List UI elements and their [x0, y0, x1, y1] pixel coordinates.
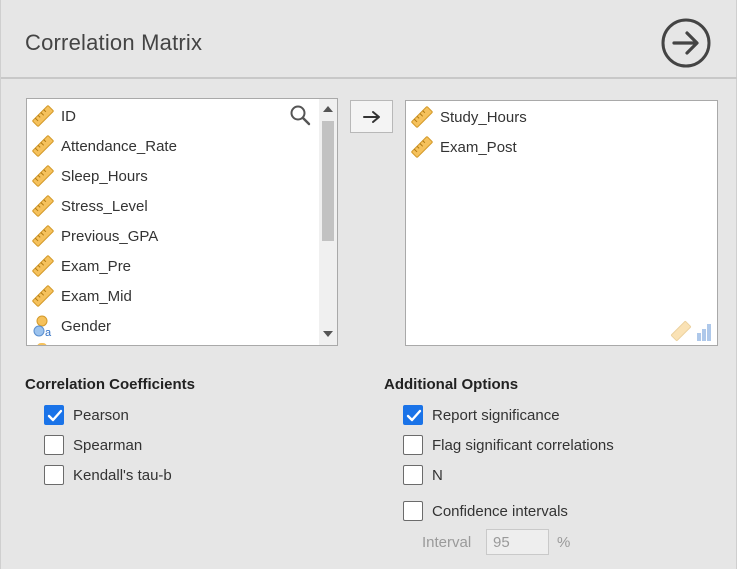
list-item[interactable]: Study_Hours — [406, 102, 527, 132]
kendall-checkbox[interactable]: Kendall's tau-b — [44, 465, 172, 485]
panel-title: Correlation Matrix — [25, 30, 203, 55]
analysis-panel: Correlation Matrix ID Attendance_Rate Sl… — [0, 0, 737, 569]
checkbox-unchecked-icon[interactable] — [44, 465, 64, 485]
n-label: N — [432, 466, 443, 484]
nominal-text-icon: a — [33, 315, 52, 338]
list-item[interactable]: Exam_Post — [406, 132, 517, 162]
partial-list-item-icon — [37, 343, 47, 345]
checkbox-unchecked-icon[interactable] — [44, 435, 64, 455]
arrow-right-circle-icon — [661, 18, 711, 68]
list-item-label: Previous_GPA — [61, 227, 159, 245]
list-item-label: Study_Hours — [440, 108, 527, 126]
flag-significant-label: Flag significant correlations — [432, 436, 614, 454]
list-item-label: Sleep_Hours — [61, 167, 148, 185]
scrollbar-thumb[interactable] — [322, 121, 334, 241]
continuous-ruler-icon — [32, 225, 54, 247]
list-item[interactable]: Sleep_Hours — [27, 161, 148, 191]
list-item-label: Exam_Mid — [61, 287, 132, 305]
list-item[interactable]: Attendance_Rate — [27, 131, 177, 161]
list-item[interactable]: a Gender — [27, 311, 111, 341]
checkbox-checked-icon[interactable] — [44, 405, 64, 425]
arrow-right-icon — [362, 110, 380, 123]
pearson-label: Pearson — [73, 406, 129, 424]
report-significance-label: Report significance — [432, 406, 560, 424]
coefficients-heading: Correlation Coefficients — [25, 376, 196, 393]
confidence-intervals-checkbox[interactable]: Confidence intervals — [403, 501, 568, 521]
checkbox-unchecked-icon[interactable] — [403, 465, 423, 485]
checkbox-checked-icon[interactable] — [403, 405, 423, 425]
scroll-down-arrow-icon[interactable] — [322, 329, 334, 339]
kendall-label: Kendall's tau-b — [73, 466, 172, 484]
search-icon[interactable] — [289, 104, 311, 126]
continuous-ruler-icon — [32, 255, 54, 277]
additional-options-heading: Additional Options — [384, 376, 519, 393]
flag-significant-checkbox[interactable]: Flag significant correlations — [403, 435, 614, 455]
list-item-label: Stress_Level — [61, 197, 148, 215]
svg-text:a: a — [45, 327, 52, 338]
list-item[interactable]: Exam_Mid — [27, 281, 132, 311]
continuous-ruler-icon — [411, 136, 433, 158]
confidence-intervals-label: Confidence intervals — [432, 502, 568, 520]
continuous-ruler-icon — [32, 135, 54, 157]
list-item-label: ID — [61, 107, 76, 125]
list-item-label: Exam_Pre — [61, 257, 132, 275]
continuous-ruler-icon — [411, 106, 433, 128]
spearman-checkbox[interactable]: Spearman — [44, 435, 142, 455]
interval-label: Interval — [422, 534, 472, 551]
continuous-ruler-icon — [32, 195, 54, 217]
interval-unit: % — [557, 534, 571, 551]
pearson-checkbox[interactable]: Pearson — [44, 405, 129, 425]
move-variable-button[interactable] — [350, 100, 393, 133]
list-item-label: Attendance_Rate — [61, 137, 177, 155]
list-item[interactable]: Previous_GPA — [27, 221, 158, 251]
continuous-ruler-icon — [32, 165, 54, 187]
title-divider — [1, 77, 737, 79]
n-checkbox[interactable]: N — [403, 465, 443, 485]
checkbox-unchecked-icon[interactable] — [403, 501, 423, 521]
source-variable-list[interactable]: ID Attendance_Rate Sleep_Hours Stress_Le… — [26, 98, 338, 346]
permitted-types-icon — [671, 321, 711, 341]
interval-field[interactable] — [486, 529, 549, 555]
continuous-ruler-icon — [32, 285, 54, 307]
continuous-ruler-icon — [32, 105, 54, 127]
list-item[interactable]: Exam_Pre — [27, 251, 131, 281]
report-significance-checkbox[interactable]: Report significance — [403, 405, 560, 425]
target-variable-list[interactable]: Study_Hours Exam_Post — [405, 100, 718, 346]
list-item[interactable]: ID — [27, 101, 76, 131]
spearman-label: Spearman — [73, 436, 143, 454]
checkbox-unchecked-icon[interactable] — [403, 435, 423, 455]
run-analysis-button[interactable] — [660, 17, 712, 69]
scroll-up-arrow-icon[interactable] — [322, 104, 334, 114]
list-item[interactable]: Stress_Level — [27, 191, 148, 221]
list-item-label: Gender — [61, 317, 112, 335]
list-item-label: Exam_Post — [440, 138, 517, 156]
